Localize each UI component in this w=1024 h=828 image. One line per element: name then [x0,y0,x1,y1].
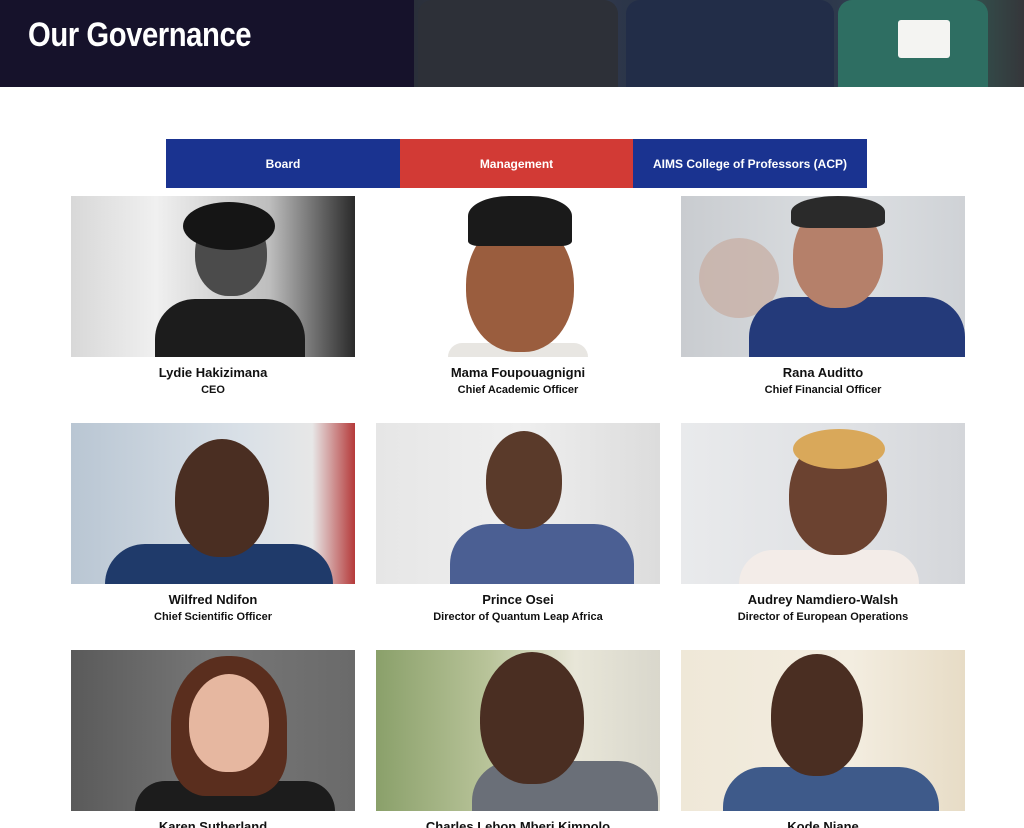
person-card[interactable]: Audrey Namdiero-Walsh Director of Europe… [681,423,965,623]
photo-shape [189,674,269,772]
photo-shape [791,196,885,228]
tab-management[interactable]: Management [400,139,633,188]
person-photo [71,650,355,811]
photo-shape [155,299,305,357]
photo-shape [468,196,572,246]
person-card[interactable]: Lydie Hakizimana CEO [71,196,355,396]
person-name: Prince Osei [482,592,554,607]
person-card[interactable]: Wilfred Ndifon Chief Scientific Officer [71,423,355,623]
hero-title-panel: Our Governance [0,0,414,87]
person-name: Lydie Hakizimana [158,365,268,380]
person-card[interactable]: Rana Auditto Chief Financial Officer [681,196,965,396]
person-name: Charles Lebon Mberi Kimpolo [425,819,611,828]
person-name: Rana Auditto [782,365,864,380]
page-hero: Our Governance [0,0,1024,87]
photo-shape [749,297,965,357]
photo-shape [450,524,634,584]
photo-shape [175,439,269,557]
person-role: Director of European Operations [737,611,909,623]
person-photo [681,650,965,811]
person-name: Wilfred Ndifon [168,592,258,607]
photo-shape [486,431,562,529]
person-role: Chief Academic Officer [457,384,579,396]
person-photo [681,423,965,584]
person-photo [71,423,355,584]
photo-shape [739,550,919,584]
person-card[interactable]: Charles Lebon Mberi Kimpolo [376,650,660,828]
person-name: Mama Foupouagnigni [450,365,586,380]
person-role: Director of Quantum Leap Africa [433,611,603,623]
person-role: Chief Scientific Officer [154,611,272,623]
photo-shape [771,654,863,776]
hero-group-photo [414,0,1024,87]
photo-shape [183,202,275,250]
person-role: CEO [201,384,225,396]
hero-photo-figure [626,0,834,87]
tab-board[interactable]: Board [166,139,400,188]
tab-acp[interactable]: AIMS College of Professors (ACP) [633,139,867,188]
person-name: Karen Sutherland [158,819,268,828]
person-card[interactable]: Prince Osei Director of Quantum Leap Afr… [376,423,660,623]
person-name: Kode Niane [787,819,859,828]
person-card[interactable]: Karen Sutherland [71,650,355,828]
person-photo [71,196,355,357]
person-card[interactable]: Mama Foupouagnigni Chief Academic Office… [376,196,660,396]
person-name: Audrey Namdiero-Walsh [747,592,899,607]
page-title: Our Governance [28,16,252,54]
person-photo [376,650,660,811]
photo-shape [793,429,885,469]
hero-photo-badge [898,20,950,58]
person-photo [376,423,660,584]
governance-tabs: Board Management AIMS College of Profess… [166,139,867,188]
person-photo [681,196,965,357]
person-role: Chief Financial Officer [764,384,882,396]
person-photo [376,196,660,357]
hero-photo-figure [418,0,618,87]
photo-shape [480,652,584,784]
person-card[interactable]: Kode Niane [681,650,965,828]
